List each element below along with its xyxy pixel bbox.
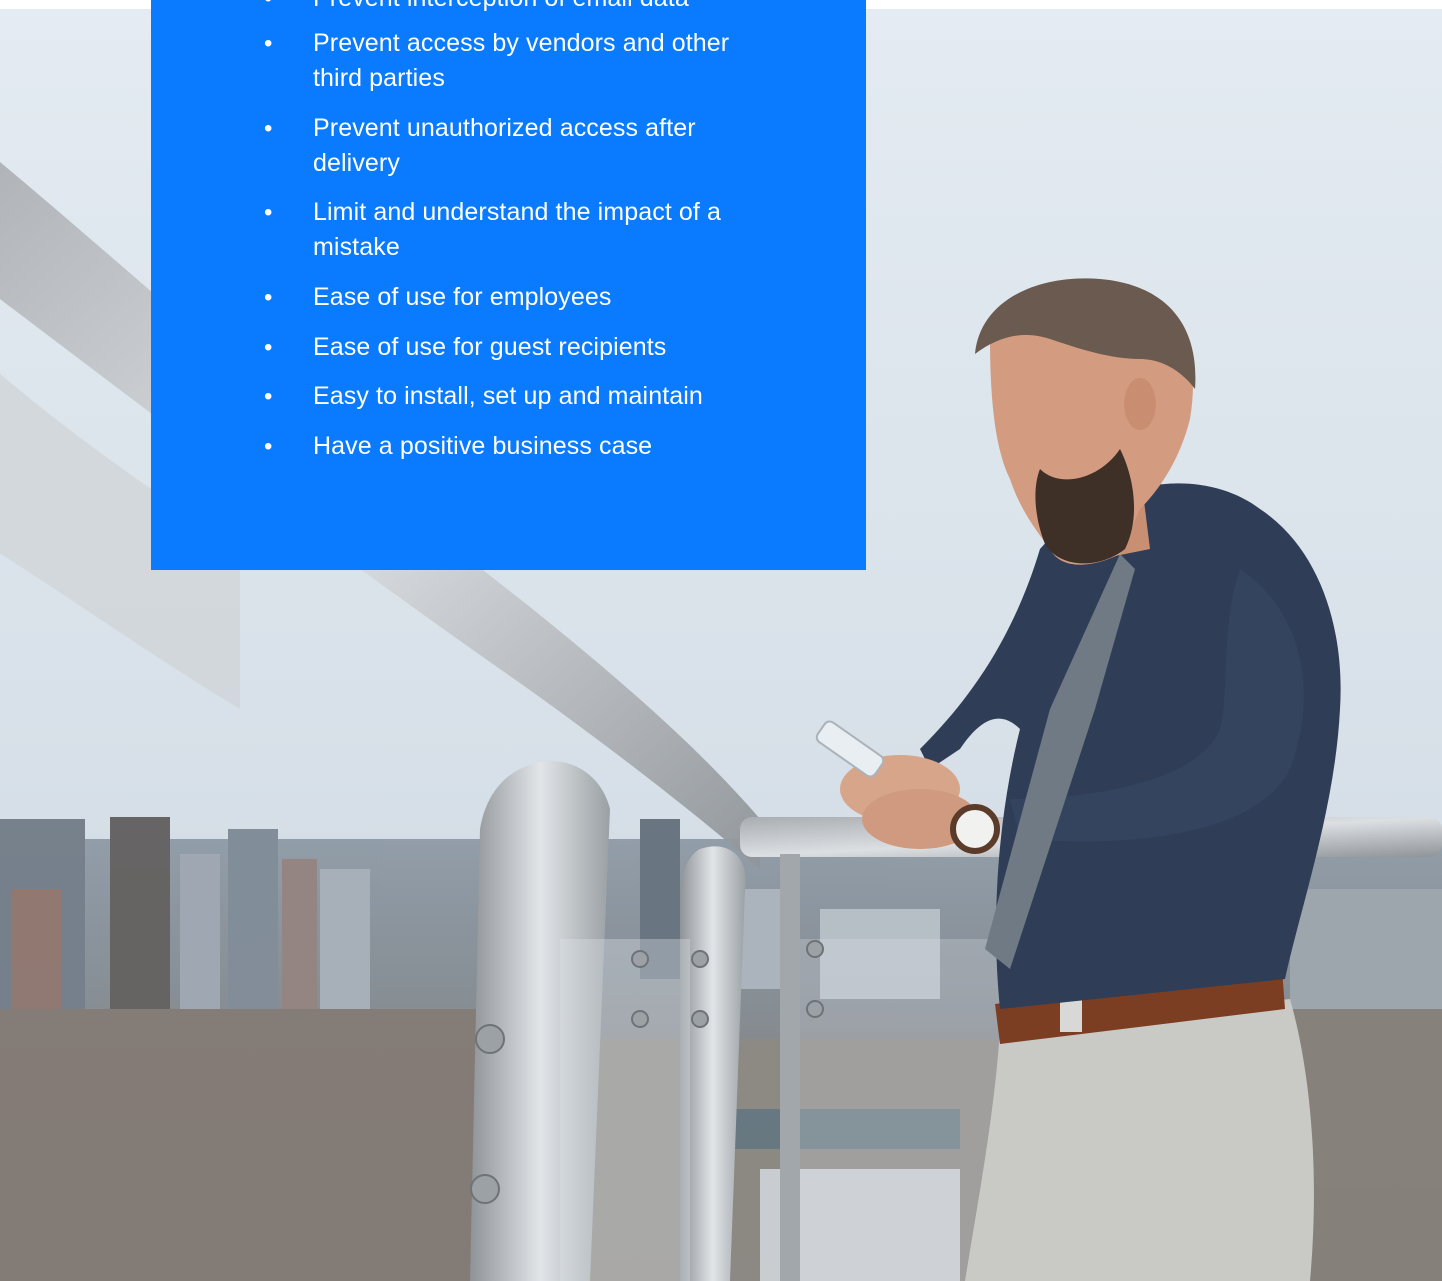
bullet-marker: • bbox=[264, 383, 273, 410]
bullet-marker: • bbox=[264, 115, 273, 142]
benefit-text: Prevent access by vendors and other thir… bbox=[313, 29, 730, 92]
benefit-text: Have a positive business case bbox=[313, 432, 653, 460]
benefit-text: Ease of use for guest recipients bbox=[313, 333, 667, 361]
benefit-text: Easy to install, set up and maintain bbox=[313, 382, 703, 410]
benefit-text: Limit and understand the impact of a mis… bbox=[313, 198, 722, 261]
benefit-text: Ease of use for employees bbox=[313, 283, 612, 311]
benefit-text: Prevent interception of email data bbox=[313, 0, 753, 16]
bullet-marker: • bbox=[264, 30, 273, 57]
benefits-panel: • Prevent interception of email data • P… bbox=[151, 0, 866, 570]
bullet-marker: • bbox=[264, 0, 272, 16]
bullet-marker: • bbox=[264, 334, 273, 361]
benefit-text: Prevent unauthorized access after delive… bbox=[313, 114, 696, 177]
bullet-marker: • bbox=[264, 199, 273, 226]
bullet-marker: • bbox=[264, 433, 273, 460]
bullet-marker: • bbox=[264, 284, 273, 311]
page: • Prevent interception of email data • P… bbox=[0, 0, 1442, 1281]
